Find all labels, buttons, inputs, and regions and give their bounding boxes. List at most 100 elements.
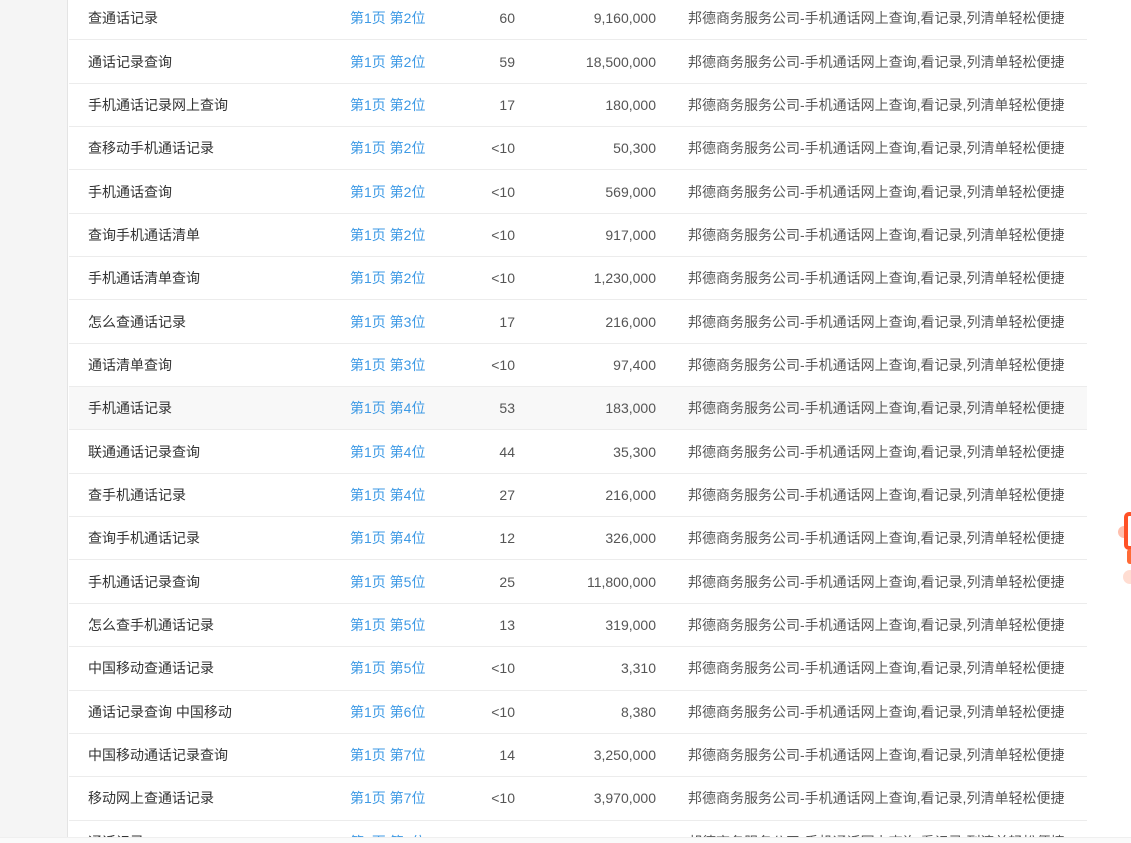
results-cell: 50,300 bbox=[515, 140, 656, 156]
results-cell: 216,000 bbox=[515, 487, 656, 503]
promo-badge-icon bbox=[1124, 512, 1131, 550]
table-row: 查移动手机通话记录第1页 第2位<1050,300邦德商务服务公司-手机通话网上… bbox=[69, 127, 1087, 170]
horizontal-scrollbar[interactable] bbox=[0, 837, 1131, 843]
rank-link[interactable]: 第1页 第2位 bbox=[350, 95, 455, 115]
rank-link[interactable]: 第1页 第7位 bbox=[350, 745, 455, 765]
table-row: 怎么查手机通话记录第1页 第5位13319,000邦德商务服务公司-手机通话网上… bbox=[69, 604, 1087, 647]
keyword-rank-table: 查通话记录第1页 第2位609,160,000邦德商务服务公司-手机通话网上查询… bbox=[69, 0, 1087, 839]
rank-link[interactable]: 第1页 第4位 bbox=[350, 442, 455, 462]
serp-title-cell: 邦德商务服务公司-手机通话网上查询,看记录,列清单轻松便捷 bbox=[656, 268, 1087, 288]
keyword-cell: 怎么查通话记录 bbox=[69, 312, 350, 332]
results-cell: 917,000 bbox=[515, 227, 656, 243]
results-cell: 3,310 bbox=[515, 660, 656, 676]
serp-title-cell: 邦德商务服务公司-手机通话网上查询,看记录,列清单轻松便捷 bbox=[656, 485, 1087, 505]
rank-link[interactable]: 第1页 第4位 bbox=[350, 398, 455, 418]
keyword-cell: 手机通话记录 bbox=[69, 398, 350, 418]
serp-title-cell: 邦德商务服务公司-手机通话网上查询,看记录,列清单轻松便捷 bbox=[656, 572, 1087, 592]
table-row: 移动网上查通话记录第1页 第7位<103,970,000邦德商务服务公司-手机通… bbox=[69, 777, 1087, 820]
table-row: 中国移动通话记录查询第1页 第7位143,250,000邦德商务服务公司-手机通… bbox=[69, 734, 1087, 777]
table-row: 手机通话清单查询第1页 第2位<101,230,000邦德商务服务公司-手机通话… bbox=[69, 257, 1087, 300]
table-row: 通话记录查询第1页 第2位5918,500,000邦德商务服务公司-手机通话网上… bbox=[69, 40, 1087, 83]
index-cell: 14 bbox=[455, 747, 515, 763]
rank-link[interactable]: 第1页 第6位 bbox=[350, 702, 455, 722]
rank-link[interactable]: 第1页 第2位 bbox=[350, 8, 455, 28]
left-sidebar bbox=[0, 0, 68, 837]
table-row: 查询手机通话清单第1页 第2位<10917,000邦德商务服务公司-手机通话网上… bbox=[69, 214, 1087, 257]
table-row: 手机通话记录网上查询第1页 第2位17180,000邦德商务服务公司-手机通话网… bbox=[69, 84, 1087, 127]
index-cell: 59 bbox=[455, 54, 515, 70]
table-row: 联通通话记录查询第1页 第4位4435,300邦德商务服务公司-手机通话网上查询… bbox=[69, 430, 1087, 473]
serp-title-cell: 邦德商务服务公司-手机通话网上查询,看记录,列清单轻松便捷 bbox=[656, 95, 1087, 115]
index-cell: 13 bbox=[455, 617, 515, 633]
table-row: 手机通话记录查询第1页 第5位2511,800,000邦德商务服务公司-手机通话… bbox=[69, 560, 1087, 603]
keyword-cell: 手机通话记录查询 bbox=[69, 572, 350, 592]
index-cell: 17 bbox=[455, 97, 515, 113]
rank-link[interactable]: 第1页 第2位 bbox=[350, 52, 455, 72]
keyword-cell: 移动网上查通话记录 bbox=[69, 788, 350, 808]
rank-link[interactable]: 第1页 第3位 bbox=[350, 312, 455, 332]
serp-title-cell: 邦德商务服务公司-手机通话网上查询,看记录,列清单轻松便捷 bbox=[656, 702, 1087, 722]
index-cell: 53 bbox=[455, 400, 515, 416]
keyword-cell: 联通通话记录查询 bbox=[69, 442, 350, 462]
keyword-cell: 手机通话记录网上查询 bbox=[69, 95, 350, 115]
rank-link[interactable]: 第1页 第4位 bbox=[350, 528, 455, 548]
results-cell: 35,300 bbox=[515, 444, 656, 460]
table-row: 通话记录查询 中国移动第1页 第6位<108,380邦德商务服务公司-手机通话网… bbox=[69, 691, 1087, 734]
index-cell: <10 bbox=[455, 790, 515, 806]
results-cell: 11,800,000 bbox=[515, 574, 656, 590]
keyword-cell: 手机通话查询 bbox=[69, 182, 350, 202]
index-cell: <10 bbox=[455, 660, 515, 676]
rank-link[interactable]: 第1页 第5位 bbox=[350, 658, 455, 678]
table-row: 查询手机通话记录第1页 第4位12326,000邦德商务服务公司-手机通话网上查… bbox=[69, 517, 1087, 560]
rank-link[interactable]: 第1页 第3位 bbox=[350, 355, 455, 375]
rank-link[interactable]: 第1页 第2位 bbox=[350, 268, 455, 288]
promo-blob-icon bbox=[1123, 570, 1131, 584]
serp-title-cell: 邦德商务服务公司-手机通话网上查询,看记录,列清单轻松便捷 bbox=[656, 528, 1087, 548]
keyword-cell: 查手机通话记录 bbox=[69, 485, 350, 505]
index-cell: <10 bbox=[455, 270, 515, 286]
keyword-cell: 中国移动查通话记录 bbox=[69, 658, 350, 678]
index-cell: 44 bbox=[455, 444, 515, 460]
index-cell: <10 bbox=[455, 184, 515, 200]
rank-link[interactable]: 第1页 第2位 bbox=[350, 225, 455, 245]
serp-title-cell: 邦德商务服务公司-手机通话网上查询,看记录,列清单轻松便捷 bbox=[656, 182, 1087, 202]
rank-link[interactable]: 第1页 第2位 bbox=[350, 182, 455, 202]
keyword-cell: 中国移动通话记录查询 bbox=[69, 745, 350, 765]
keyword-cell: 查通话记录 bbox=[69, 8, 350, 28]
index-cell: 12 bbox=[455, 530, 515, 546]
keyword-cell: 通话记录查询 bbox=[69, 52, 350, 72]
index-cell: <10 bbox=[455, 704, 515, 720]
keyword-cell: 通话清单查询 bbox=[69, 355, 350, 375]
results-cell: 1,230,000 bbox=[515, 270, 656, 286]
results-cell: 180,000 bbox=[515, 97, 656, 113]
table-row: 手机通话查询第1页 第2位<10569,000邦德商务服务公司-手机通话网上查询… bbox=[69, 170, 1087, 213]
serp-title-cell: 邦德商务服务公司-手机通话网上查询,看记录,列清单轻松便捷 bbox=[656, 8, 1087, 28]
serp-title-cell: 邦德商务服务公司-手机通话网上查询,看记录,列清单轻松便捷 bbox=[656, 788, 1087, 808]
keyword-cell: 查询手机通话清单 bbox=[69, 225, 350, 245]
keyword-cell: 查询手机通话记录 bbox=[69, 528, 350, 548]
rank-link[interactable]: 第1页 第5位 bbox=[350, 572, 455, 592]
rank-link[interactable]: 第1页 第7位 bbox=[350, 788, 455, 808]
serp-title-cell: 邦德商务服务公司-手机通话网上查询,看记录,列清单轻松便捷 bbox=[656, 658, 1087, 678]
serp-title-cell: 邦德商务服务公司-手机通话网上查询,看记录,列清单轻松便捷 bbox=[656, 312, 1087, 332]
serp-title-cell: 邦德商务服务公司-手机通话网上查询,看记录,列清单轻松便捷 bbox=[656, 225, 1087, 245]
results-cell: 3,250,000 bbox=[515, 747, 656, 763]
rank-link[interactable]: 第1页 第5位 bbox=[350, 615, 455, 635]
promo-bar-icon bbox=[1127, 549, 1131, 564]
results-cell: 569,000 bbox=[515, 184, 656, 200]
results-cell: 97,400 bbox=[515, 357, 656, 373]
rank-link[interactable]: 第1页 第4位 bbox=[350, 485, 455, 505]
floating-promo-icon[interactable] bbox=[1121, 507, 1131, 592]
keyword-cell: 查移动手机通话记录 bbox=[69, 138, 350, 158]
table-row: 查通话记录第1页 第2位609,160,000邦德商务服务公司-手机通话网上查询… bbox=[69, 0, 1087, 40]
serp-title-cell: 邦德商务服务公司-手机通话网上查询,看记录,列清单轻松便捷 bbox=[656, 138, 1087, 158]
results-cell: 3,970,000 bbox=[515, 790, 656, 806]
rank-link[interactable]: 第1页 第2位 bbox=[350, 138, 455, 158]
serp-title-cell: 邦德商务服务公司-手机通话网上查询,看记录,列清单轻松便捷 bbox=[656, 615, 1087, 635]
serp-title-cell: 邦德商务服务公司-手机通话网上查询,看记录,列清单轻松便捷 bbox=[656, 52, 1087, 72]
serp-title-cell: 邦德商务服务公司-手机通话网上查询,看记录,列清单轻松便捷 bbox=[656, 745, 1087, 765]
results-cell: 326,000 bbox=[515, 530, 656, 546]
serp-title-cell: 邦德商务服务公司-手机通话网上查询,看记录,列清单轻松便捷 bbox=[656, 442, 1087, 462]
results-cell: 9,160,000 bbox=[515, 10, 656, 26]
results-cell: 8,380 bbox=[515, 704, 656, 720]
